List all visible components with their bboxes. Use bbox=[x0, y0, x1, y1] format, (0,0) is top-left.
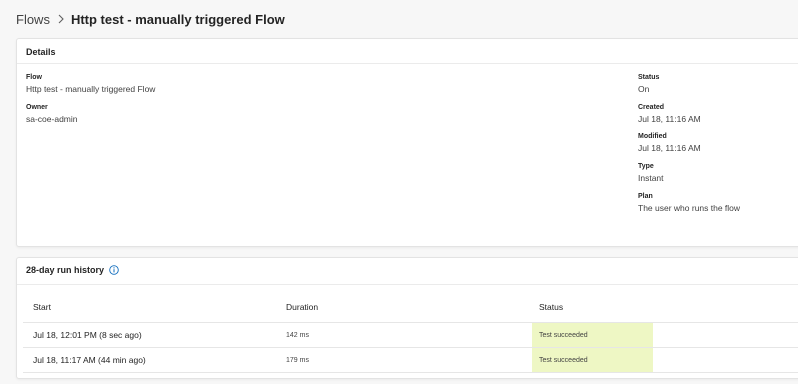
run-history-header: 28-day run history bbox=[26, 265, 119, 275]
status-field: Status On bbox=[638, 73, 659, 95]
run-duration: 179 ms bbox=[286, 356, 309, 364]
run-history-card: 28-day run history Start Duration Status… bbox=[16, 257, 798, 379]
run-duration: 142 ms bbox=[286, 331, 309, 339]
details-card: Details Flow Http test - manually trigge… bbox=[16, 38, 798, 247]
modified-field: Modified Jul 18, 11:16 AM bbox=[638, 132, 701, 154]
modified-value: Jul 18, 11:16 AM bbox=[638, 143, 701, 153]
run-status-badge: Test succeeded bbox=[532, 348, 653, 372]
status-label: Status bbox=[638, 74, 660, 81]
type-value: Instant bbox=[638, 173, 664, 183]
column-header-duration[interactable]: Duration bbox=[286, 302, 318, 312]
run-history-divider bbox=[17, 284, 798, 285]
run-history-title: 28-day run history bbox=[26, 265, 105, 275]
plan-value: The user who runs the flow bbox=[638, 203, 741, 213]
table-row[interactable]: Jul 18, 11:17 AM (44 min ago) 179 ms Tes… bbox=[23, 348, 798, 372]
owner-label: Owner bbox=[26, 104, 48, 111]
modified-label: Modified bbox=[638, 133, 667, 140]
breadcrumb: Flows Http test - manually triggered Flo… bbox=[16, 11, 285, 27]
type-label: Type bbox=[638, 163, 654, 170]
created-field: Created Jul 18, 11:16 AM bbox=[638, 103, 701, 125]
flow-label: Flow bbox=[26, 74, 42, 81]
status-value: On bbox=[638, 84, 650, 94]
column-header-status[interactable]: Status bbox=[539, 302, 563, 312]
plan-field: Plan The user who runs the flow bbox=[638, 192, 740, 214]
flow-field: Flow Http test - manually triggered Flow bbox=[26, 73, 155, 95]
plan-label: Plan bbox=[638, 193, 653, 200]
type-field: Type Instant bbox=[638, 162, 664, 184]
column-header-start[interactable]: Start bbox=[33, 302, 51, 312]
page-title: Http test - manually triggered Flow bbox=[70, 11, 285, 27]
row-divider bbox=[23, 372, 798, 373]
created-value: Jul 18, 11:16 AM bbox=[638, 114, 701, 124]
run-status-badge: Test succeeded bbox=[532, 323, 653, 347]
created-label: Created bbox=[638, 104, 665, 111]
flow-value: Http test - manually triggered Flow bbox=[26, 84, 156, 94]
info-icon[interactable] bbox=[109, 265, 119, 275]
owner-field: Owner sa-coe-admin bbox=[26, 103, 78, 125]
run-start: Jul 18, 11:17 AM (44 min ago) bbox=[33, 355, 146, 365]
owner-value: sa-coe-admin bbox=[26, 114, 78, 124]
details-divider bbox=[17, 63, 798, 64]
breadcrumb-flows-link[interactable]: Flows bbox=[16, 12, 50, 27]
chevron-right-icon bbox=[58, 14, 64, 24]
table-row[interactable]: Jul 18, 12:01 PM (8 sec ago) 142 ms Test… bbox=[23, 323, 798, 347]
run-start: Jul 18, 12:01 PM (8 sec ago) bbox=[33, 330, 142, 340]
details-title: Details bbox=[26, 47, 56, 57]
